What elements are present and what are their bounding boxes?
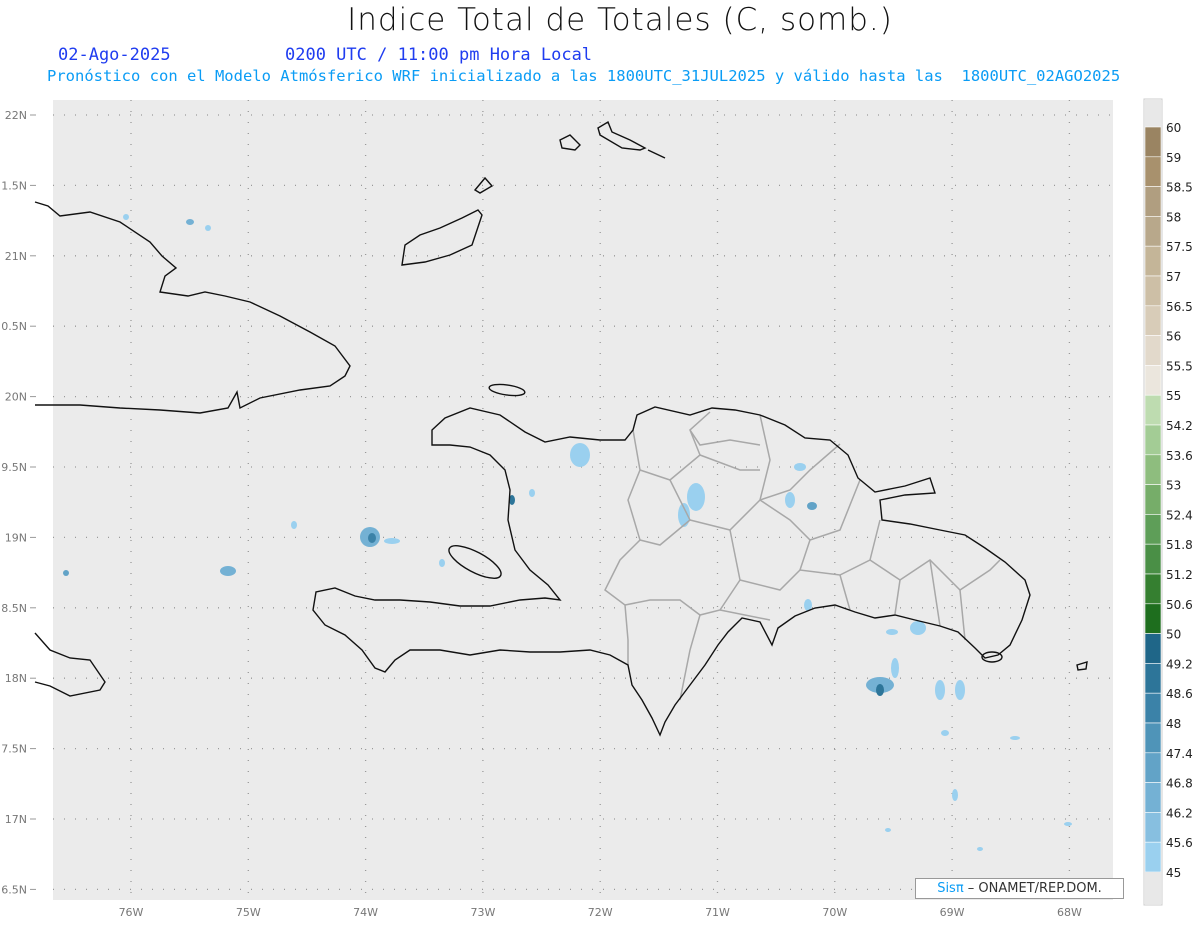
colorbar-label: 53.6 bbox=[1166, 449, 1193, 463]
sispi-logo: Sisπ bbox=[937, 881, 964, 896]
colorbar-label: 57 bbox=[1166, 270, 1181, 284]
colorbar-label: 60 bbox=[1166, 121, 1181, 135]
colorbar-segment bbox=[1144, 603, 1162, 634]
colorbar-segment bbox=[1144, 305, 1162, 336]
lon-label: 70W bbox=[822, 906, 847, 919]
colorbar-label: 49.2 bbox=[1166, 657, 1193, 671]
credit-text: – ONAMET/REP.DOM. bbox=[963, 881, 1102, 896]
lat-label: 8.5N bbox=[1, 602, 27, 615]
colorbar-segment bbox=[1144, 573, 1162, 605]
colorbar-label: 45.6 bbox=[1166, 836, 1193, 850]
lat-label: 21N bbox=[5, 250, 27, 263]
colorbar-segment bbox=[1144, 394, 1162, 426]
lat-label: 20N bbox=[5, 391, 27, 404]
colorbar-segment bbox=[1144, 275, 1162, 307]
colorbar-segment bbox=[1144, 156, 1162, 187]
colorbar-segment bbox=[1144, 454, 1162, 485]
lon-label: 69W bbox=[940, 906, 965, 919]
map-background bbox=[53, 100, 1113, 900]
colorbar-label: 55.5 bbox=[1166, 359, 1193, 373]
lon-label: 73W bbox=[470, 906, 495, 919]
colorbar-segment bbox=[1144, 484, 1162, 515]
lat-label: 6.5N bbox=[1, 883, 27, 896]
credit-box: Sisπ – ONAMET/REP.DOM. bbox=[915, 878, 1124, 899]
lon-label: 75W bbox=[236, 906, 261, 919]
colorbar-label: 45 bbox=[1166, 866, 1181, 880]
colorbar-segment bbox=[1144, 633, 1162, 664]
colorbar-segment bbox=[1144, 424, 1162, 456]
colorbar-underflow bbox=[1145, 872, 1161, 904]
colorbar-label: 46.8 bbox=[1166, 777, 1193, 791]
colorbar-label: 56.5 bbox=[1166, 300, 1193, 314]
lat-label: 18N bbox=[5, 672, 27, 685]
colorbar-segment bbox=[1144, 216, 1162, 247]
colorbar-label: 55 bbox=[1166, 389, 1181, 403]
colorbar-segment bbox=[1144, 126, 1162, 158]
colorbar-label: 51.2 bbox=[1166, 568, 1193, 582]
colorbar-label: 50.6 bbox=[1166, 598, 1193, 612]
colorbar-label: 48 bbox=[1166, 717, 1181, 731]
lon-label: 71W bbox=[705, 906, 730, 919]
colorbar-segment bbox=[1144, 722, 1162, 754]
lat-label: 17N bbox=[5, 813, 27, 826]
lat-label: 19N bbox=[5, 531, 27, 544]
colorbar-segment bbox=[1144, 335, 1162, 366]
colorbar-label: 58.5 bbox=[1166, 181, 1193, 195]
lon-label: 68W bbox=[1057, 906, 1082, 919]
colorbar-segment bbox=[1144, 186, 1162, 217]
colorbar-label: 51.8 bbox=[1166, 538, 1193, 552]
colorbar-label: 47.4 bbox=[1166, 747, 1193, 761]
colorbar-segment bbox=[1144, 841, 1162, 873]
lat-label: 0.5N bbox=[1, 320, 27, 333]
colorbar-label: 46.2 bbox=[1166, 806, 1193, 820]
colorbar-label: 50 bbox=[1166, 628, 1181, 642]
lon-label: 74W bbox=[353, 906, 378, 919]
lat-label: 1.5N bbox=[1, 179, 27, 192]
colorbar-label: 54.2 bbox=[1166, 419, 1193, 433]
colorbar-segment bbox=[1144, 752, 1162, 783]
colorbar-label: 48.6 bbox=[1166, 687, 1193, 701]
colorbar-label: 58 bbox=[1166, 210, 1181, 224]
colorbar-segment bbox=[1144, 543, 1162, 575]
colorbar-segment bbox=[1144, 365, 1162, 396]
lon-label: 72W bbox=[588, 906, 613, 919]
colorbar-label: 59 bbox=[1166, 151, 1181, 165]
lat-label: 22N bbox=[5, 109, 27, 122]
colorbar-overflow bbox=[1145, 100, 1161, 127]
lat-label: 9.5N bbox=[1, 461, 27, 474]
colorbar-label: 52.4 bbox=[1166, 508, 1193, 522]
weather-map: 22N 1.5N 21N 0.5N 20N 9.5N 19N 8.5N 18N 7.5N 17N 6.… bbox=[1, 98, 1193, 919]
colorbar-legend: 60 59 58.5 58 57.5 57 56.5 56 55.5 55 54.2 53.6 53 52… bbox=[1143, 98, 1193, 906]
colorbar-segment bbox=[1144, 514, 1162, 545]
colorbar-label: 56 bbox=[1166, 330, 1181, 344]
colorbar-segment bbox=[1144, 245, 1162, 277]
colorbar-label: 57.5 bbox=[1166, 240, 1193, 254]
lat-label: 7.5N bbox=[1, 743, 27, 756]
colorbar-segment bbox=[1144, 782, 1162, 813]
lon-label: 76W bbox=[119, 906, 144, 919]
colorbar-segment bbox=[1144, 812, 1162, 843]
colorbar-segment bbox=[1144, 663, 1162, 694]
colorbar-segment bbox=[1144, 692, 1162, 724]
colorbar-label: 53 bbox=[1166, 479, 1181, 493]
